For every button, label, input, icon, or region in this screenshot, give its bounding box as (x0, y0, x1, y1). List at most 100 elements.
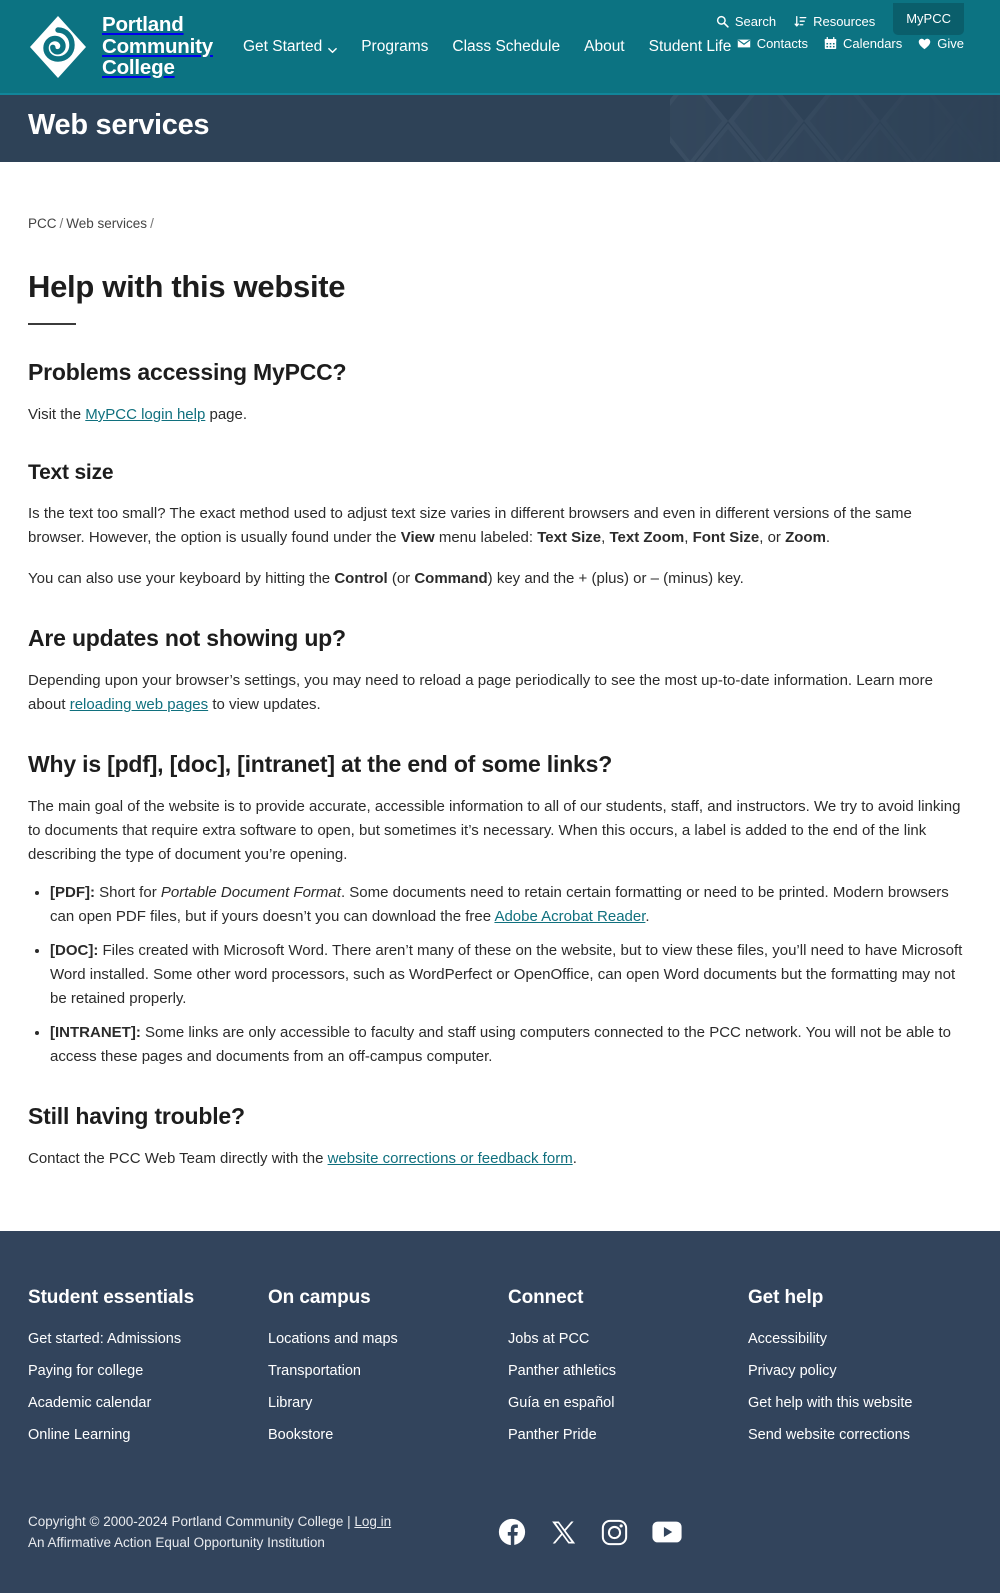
copyright-line-1: Copyright © 2000-2024 Portland Community… (28, 1511, 391, 1532)
instagram-link[interactable] (601, 1519, 628, 1546)
footer-link-send-website-corrections[interactable]: Send website corrections (748, 1427, 988, 1443)
calendar-icon (824, 37, 837, 50)
section-heading-text-size: Text size (28, 461, 114, 484)
list-item: [INTRANET]: Some links are only accessib… (50, 1021, 972, 1069)
mypcc-login-help-link[interactable]: MyPCC login help (85, 406, 205, 423)
text-fragment: . (645, 908, 650, 925)
breadcrumb-item-web-services[interactable]: Web services (66, 216, 147, 231)
content-bottom-spacer (28, 1171, 972, 1231)
section-paragraph: Depending upon your browser’s settings, … (28, 669, 972, 717)
utility-label: Give (937, 36, 964, 51)
site-footer: Student essentials Get started: Admissio… (0, 1231, 1000, 1593)
footer-link-transportation[interactable]: Transportation (268, 1363, 508, 1379)
sort-arrows-icon (794, 15, 807, 28)
list-item-label: [PDF]: (50, 884, 95, 901)
footer-link-locations-and-maps[interactable]: Locations and maps (268, 1331, 508, 1347)
footer-column-student-essentials: Student essentials Get started: Admissio… (28, 1287, 268, 1459)
x-twitter-link[interactable] (550, 1519, 577, 1546)
footer-link-accessibility[interactable]: Accessibility (748, 1331, 988, 1347)
reloading-web-pages-link[interactable]: reloading web pages (70, 696, 208, 713)
footer-link-library[interactable]: Library (268, 1395, 508, 1411)
facebook-icon (498, 1518, 526, 1550)
brand-name: Portland Community College (102, 13, 213, 80)
utility-search-link[interactable]: Search (716, 14, 776, 29)
text-fragment: menu labeled: (434, 529, 538, 546)
banner-title: Web services (28, 109, 210, 141)
x-twitter-icon (550, 1521, 577, 1550)
footer-column-title: Student essentials (28, 1287, 195, 1308)
section-paragraph: You can also use your keyboard by hittin… (28, 567, 972, 591)
facebook-link[interactable] (498, 1518, 526, 1546)
list-item-label: [INTRANET]: (50, 1024, 141, 1041)
utility-row-secondary: Contacts Calendars Give (737, 36, 964, 51)
footer-link-paying-for-college[interactable]: Paying for college (28, 1363, 268, 1379)
nav-item-get-started[interactable]: Get Started (242, 37, 338, 56)
main-content: PCC / Web services / Help with this website… (0, 162, 1000, 1231)
chevron-down-icon (328, 42, 338, 54)
text-fragment: ) key and the + (plus) or – (minus) key. (487, 570, 744, 587)
adobe-acrobat-reader-link[interactable]: Adobe Acrobat Reader (494, 908, 645, 925)
footer-link-privacy-policy[interactable]: Privacy policy (748, 1363, 988, 1379)
text-emphasis-font-size: Font Size (692, 529, 760, 546)
footer-link-get-help-with-this-website[interactable]: Get help with this website (748, 1395, 988, 1411)
list-item: [DOC]: Files created with Microsoft Word… (50, 939, 972, 1011)
text-fragment: Contact the PCC Web Team directly with t… (28, 1150, 328, 1167)
nav-item-programs[interactable]: Programs (361, 38, 428, 56)
footer-link-guia-en-espanol[interactable]: Guía en español (508, 1395, 748, 1411)
utility-contacts-link[interactable]: Contacts (737, 36, 808, 51)
text-fragment: Copyright © 2000-2024 Portland Community… (28, 1514, 355, 1529)
utility-resources-link[interactable]: Resources (794, 14, 875, 29)
footer-link-get-started-admissions[interactable]: Get started: Admissions (28, 1331, 268, 1347)
breadcrumb-separator: / (150, 216, 154, 231)
nav-item-class-schedule[interactable]: Class Schedule (452, 38, 560, 56)
login-link[interactable]: Log in (354, 1514, 391, 1529)
utility-calendars-link[interactable]: Calendars (824, 36, 902, 51)
utility-row-primary: Search Resources MyPCC (716, 3, 964, 35)
footer-link-academic-calendar[interactable]: Academic calendar (28, 1395, 268, 1411)
nav-item-about[interactable]: About (584, 38, 625, 56)
footer-column-connect: Connect Jobs at PCC Panther athletics Gu… (508, 1287, 748, 1459)
section-heading-still-having-trouble: Still having trouble? (28, 1103, 245, 1129)
text-emphasis-view: View (400, 529, 435, 546)
text-emphasis-control: Control (334, 570, 388, 587)
text-emphasis-command: Command (414, 570, 488, 587)
breadcrumb-separator: / (59, 216, 64, 231)
footer-link-jobs-at-pcc[interactable]: Jobs at PCC (508, 1331, 748, 1347)
text-fragment: page. (205, 406, 248, 423)
nav-item-label: About (584, 37, 625, 55)
site-header: Portland Community College Get Started P… (0, 0, 1000, 93)
footer-column-title: Get help (748, 1287, 824, 1308)
footer-link-online-learning[interactable]: Online Learning (28, 1427, 268, 1443)
instagram-icon (601, 1519, 628, 1550)
search-icon (716, 15, 729, 28)
utility-label: Search (734, 14, 777, 29)
breadcrumb: PCC / Web services / (28, 162, 972, 231)
footer-link-panther-pride[interactable]: Panther Pride (508, 1427, 748, 1443)
youtube-link[interactable] (652, 1521, 682, 1543)
footer-link-bookstore[interactable]: Bookstore (268, 1427, 508, 1443)
website-corrections-form-link[interactable]: website corrections or feedback form (328, 1150, 573, 1167)
section-heading-problems-accessing-mypcc: Problems accessing MyPCC? (28, 359, 347, 385)
footer-link-columns: Student essentials Get started: Admissio… (28, 1287, 972, 1459)
social-links (498, 1518, 682, 1546)
footer-column-on-campus: On campus Locations and maps Transportat… (268, 1287, 508, 1459)
text-fragment: (or (387, 570, 415, 587)
nav-item-label: Get Started (242, 37, 323, 55)
breadcrumb-item-pcc[interactable]: PCC (28, 216, 57, 231)
section-paragraph: Contact the PCC Web Team directly with t… (28, 1147, 972, 1171)
utility-label: Resources (813, 14, 876, 29)
section-paragraph: Is the text too small? The exact method … (28, 502, 972, 550)
envelope-icon (737, 38, 751, 49)
text-fragment: Files created with Microsoft Word. There… (50, 942, 963, 1007)
text-fragment: , (601, 529, 610, 546)
heart-icon (918, 38, 931, 50)
footer-link-panther-athletics[interactable]: Panther athletics (508, 1363, 748, 1379)
site-logo-link[interactable]: Portland Community College (28, 14, 213, 80)
utility-give-link[interactable]: Give (918, 36, 964, 51)
mypcc-button[interactable]: MyPCC (893, 3, 964, 35)
title-divider (28, 323, 76, 325)
footer-column-title: On campus (268, 1287, 371, 1308)
text-fragment: , (684, 529, 693, 546)
footer-bottom-bar: Copyright © 2000-2024 Portland Community… (28, 1459, 972, 1593)
text-fragment: . (572, 1150, 577, 1167)
